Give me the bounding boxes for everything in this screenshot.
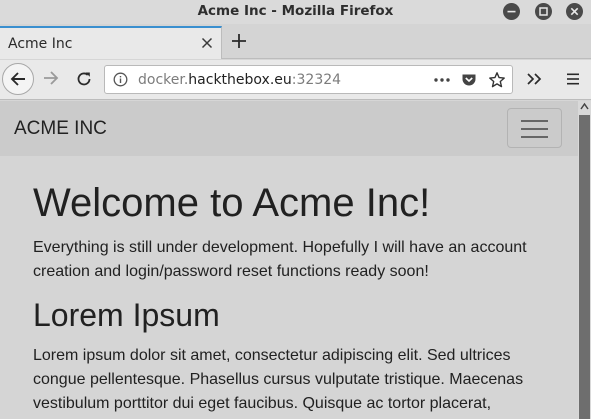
toggle-bar — [521, 120, 548, 122]
tab-acme-inc[interactable]: Acme Inc — [0, 26, 222, 59]
url-port: :32324 — [291, 72, 342, 88]
back-arrow-icon — [10, 72, 25, 86]
page-heading: Welcome to Acme Inc! — [33, 181, 431, 225]
vertical-scrollbar[interactable] — [578, 101, 591, 419]
window-titlebar: Acme Inc - Mozilla Firefox — [0, 0, 591, 24]
more-dots-icon[interactable] — [433, 72, 451, 88]
site-navbar: ACME INC — [0, 101, 578, 156]
star-icon[interactable] — [488, 71, 506, 89]
info-icon[interactable] — [113, 72, 128, 87]
navbar-toggle-button[interactable] — [507, 108, 562, 148]
overflow-chevron-icon[interactable] — [526, 72, 542, 86]
body-paragraph: Lorem ipsum dolor sit amet, consectetur … — [33, 347, 524, 412]
pocket-icon[interactable] — [461, 72, 477, 88]
tab-title: Acme Inc — [8, 36, 73, 52]
toggle-bar — [521, 128, 548, 130]
toggle-bar — [521, 136, 548, 138]
url-host: hackthebox.eu — [188, 72, 292, 88]
minimize-icon[interactable] — [503, 3, 520, 20]
section-heading: Lorem Ipsum — [33, 297, 220, 333]
url-prefix: docker. — [138, 72, 189, 88]
tab-close-icon[interactable] — [201, 37, 213, 49]
reload-icon[interactable] — [75, 70, 93, 88]
maximize-icon[interactable] — [535, 3, 552, 20]
scrollbar-thumb[interactable] — [579, 115, 590, 419]
new-tab-icon[interactable] — [230, 32, 248, 50]
hamburger-menu-icon[interactable] — [565, 72, 581, 86]
tab-strip: Acme Inc — [0, 24, 591, 59]
close-icon[interactable] — [566, 3, 583, 20]
page-viewport: ACME INC Welcome to Acme Inc! Everything… — [0, 101, 578, 419]
forward-arrow-icon[interactable] — [42, 70, 60, 86]
site-brand[interactable]: ACME INC — [14, 118, 107, 140]
main-content: Welcome to Acme Inc! Everything is still… — [33, 156, 553, 416]
url-text[interactable]: docker.hackthebox.eu:32324 — [138, 72, 341, 88]
scroll-up-arrow-icon[interactable] — [580, 102, 589, 110]
navigation-toolbar: docker.hackthebox.eu:32324 — [0, 60, 591, 100]
intro-paragraph: Everything is still under development. H… — [33, 239, 527, 280]
back-button[interactable] — [2, 63, 34, 95]
address-bar[interactable]: docker.hackthebox.eu:32324 — [104, 65, 513, 94]
